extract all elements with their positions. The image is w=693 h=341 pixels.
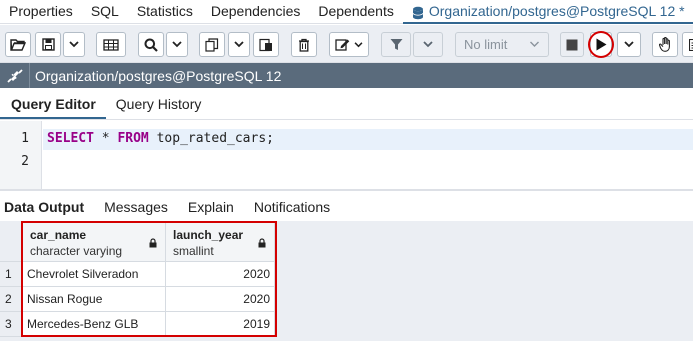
grid-icon [103,38,119,51]
row-number[interactable]: 2 [0,287,23,312]
hand-icon [658,37,672,52]
chevron-down-icon [234,41,244,48]
stop-icon [566,39,578,51]
filter-button[interactable] [381,32,411,57]
row-number[interactable]: 1 [0,262,23,287]
connection-label[interactable]: Organization/postgres@PostgreSQL 12 [30,68,281,84]
column-name: launch_year [173,228,244,242]
table-row[interactable]: 1 Chevrolet Silveradon 2020 [0,262,693,287]
save-button[interactable] [35,32,61,57]
folder-open-icon [10,38,26,51]
filter-icon [390,38,403,51]
explain-options-button[interactable] [682,32,693,57]
cell-launch-year[interactable]: 2020 [166,262,275,287]
chevron-down-icon [354,41,363,48]
top-tab-bar: Properties SQL Statistics Dependencies D… [0,0,693,24]
save-icon [41,38,55,51]
execute-dropdown-button[interactable] [617,32,641,57]
cell-car-name[interactable]: Chevrolet Silveradon [23,262,166,287]
chevron-down-icon [423,41,433,48]
grid-header-row: car_name character varying launch_year s… [0,221,693,262]
find-dropdown-button[interactable] [166,32,188,57]
sql-operator: * [93,131,118,146]
tab-query-history[interactable]: Query History [106,88,212,119]
editor-tab-bar: Query Editor Query History [0,88,693,120]
lock-icon [258,237,266,251]
execute-button[interactable] [590,32,612,57]
cell-car-name[interactable]: Nissan Rogue [23,287,166,312]
tab-statistics[interactable]: Statistics [128,0,202,24]
play-icon [595,38,607,51]
tab-query-tool-label: Organization/postgres@PostgreSQL 12 * [428,3,685,19]
column-header-launch-year[interactable]: launch_year smallint [166,221,275,262]
copy-icon [205,37,219,52]
delete-button[interactable] [291,32,317,57]
filter-dropdown-button[interactable] [413,32,443,57]
column-header-car-name[interactable]: car_name character varying [23,221,166,262]
sql-editor[interactable]: 1 2 SELECT * FROM top_rated_cars; [0,121,693,189]
tab-messages[interactable]: Messages [94,191,178,221]
copy-button[interactable] [199,32,225,57]
code-line[interactable]: SELECT * FROM top_rated_cars; [43,129,693,150]
save-dropdown-button[interactable] [63,32,85,57]
copy-dropdown-button[interactable] [228,32,250,57]
paste-button[interactable] [253,32,279,57]
toolbar: No limit [0,25,693,63]
search-icon [144,38,158,52]
sql-keyword-from: FROM [117,131,149,146]
line-number: 2 [21,154,29,169]
chevron-down-icon [624,41,634,48]
plug-icon[interactable] [0,63,30,88]
sql-table-name: top_rated_cars; [148,131,274,146]
tab-properties[interactable]: Properties [0,0,82,24]
line-number-gutter: 1 2 [0,121,42,189]
table-row[interactable]: 3 Mercedes-Benz GLB 2019 [0,312,693,337]
tab-notifications[interactable]: Notifications [244,191,340,221]
grid-button[interactable] [96,32,126,57]
cell-launch-year[interactable]: 2019 [166,312,275,337]
row-number-header[interactable] [0,221,23,262]
lock-icon [149,237,157,251]
data-output-grid: car_name character varying launch_year s… [0,221,693,341]
sql-keyword-select: SELECT [47,131,94,146]
stop-button[interactable] [560,32,584,57]
row-number[interactable]: 3 [0,312,23,337]
open-file-button[interactable] [5,32,31,57]
row-limit-value: No limit [464,37,508,52]
explain-button[interactable] [652,32,678,57]
chevron-down-icon [529,41,540,48]
tab-query-tool[interactable]: Organization/postgres@PostgreSQL 12 * [402,0,693,24]
tab-data-output[interactable]: Data Output [0,191,94,221]
tab-dependents[interactable]: Dependents [309,0,403,24]
column-type: character varying [30,244,123,258]
chevron-down-icon [69,41,79,48]
find-button[interactable] [138,32,164,57]
cell-car-name[interactable]: Mercedes-Benz GLB [23,312,166,337]
result-tab-bar: Data Output Messages Explain Notificatio… [0,191,693,221]
chevron-down-icon [172,41,182,48]
edit-icon [335,38,351,51]
line-number: 1 [21,131,29,146]
tab-sql[interactable]: SQL [82,0,128,24]
database-icon [412,4,424,20]
table-row[interactable]: 2 Nissan Rogue 2020 [0,287,693,312]
sql-statement: SELECT * FROM top_rated_cars; [47,131,274,146]
column-type: smallint [173,244,214,258]
trash-icon [298,38,310,52]
tab-explain[interactable]: Explain [178,191,244,221]
edit-dropdown-button[interactable] [329,32,369,57]
list-icon [689,38,693,51]
cell-launch-year[interactable]: 2020 [166,287,275,312]
column-name: car_name [30,228,87,242]
paste-icon [259,38,273,52]
query-tool-window: Properties SQL Statistics Dependencies D… [0,0,693,341]
tab-dependencies[interactable]: Dependencies [202,0,310,24]
connection-bar: Organization/postgres@PostgreSQL 12 [0,63,693,88]
row-limit-select[interactable]: No limit [455,32,549,57]
tab-query-editor[interactable]: Query Editor [0,88,106,119]
